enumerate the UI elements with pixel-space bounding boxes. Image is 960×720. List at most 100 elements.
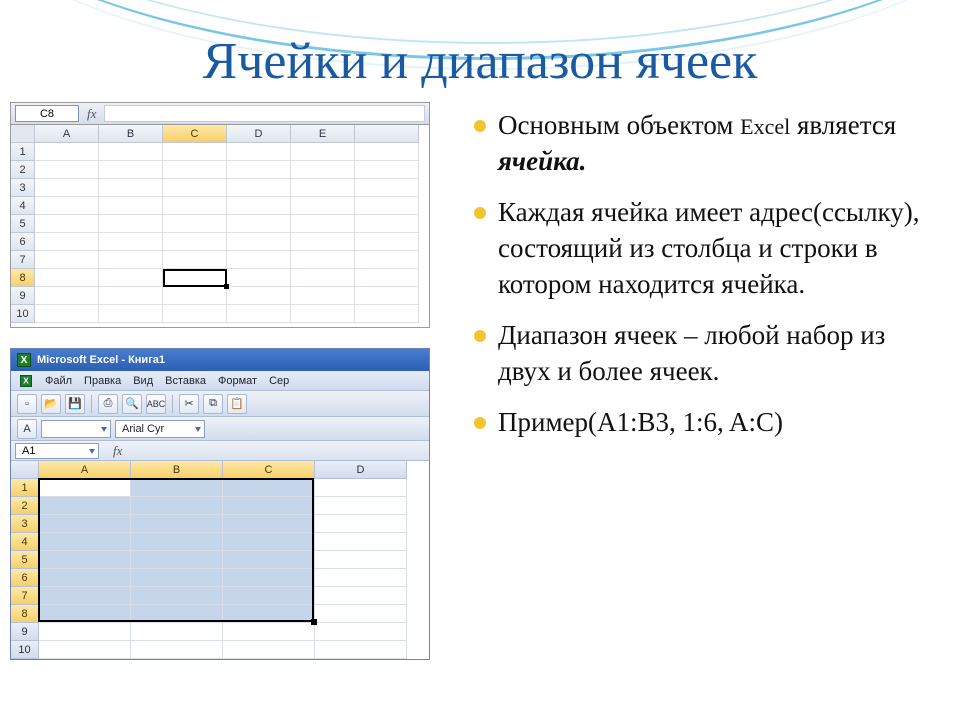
- cell[interactable]: [99, 287, 163, 305]
- column-header[interactable]: B: [99, 125, 163, 143]
- cell[interactable]: [315, 515, 407, 533]
- cell[interactable]: [131, 497, 223, 515]
- cell[interactable]: [355, 287, 419, 305]
- cell[interactable]: [99, 251, 163, 269]
- cell[interactable]: [163, 287, 227, 305]
- cell[interactable]: [355, 197, 419, 215]
- cell[interactable]: [355, 233, 419, 251]
- cell[interactable]: [39, 497, 131, 515]
- cell[interactable]: [315, 479, 407, 497]
- row-header[interactable]: 7: [11, 587, 39, 605]
- cell[interactable]: [223, 479, 315, 497]
- cell[interactable]: [163, 197, 227, 215]
- menu-view[interactable]: Вид: [133, 375, 153, 387]
- cell[interactable]: [35, 179, 99, 197]
- cell[interactable]: [315, 623, 407, 641]
- column-header[interactable]: [355, 125, 419, 143]
- cell[interactable]: [291, 143, 355, 161]
- cell[interactable]: [227, 197, 291, 215]
- copy-icon[interactable]: ⧉: [203, 394, 223, 414]
- cell[interactable]: [227, 179, 291, 197]
- row-header[interactable]: 1: [11, 143, 35, 161]
- column-header[interactable]: E: [291, 125, 355, 143]
- cell[interactable]: [35, 233, 99, 251]
- print-icon[interactable]: ⎙: [98, 394, 118, 414]
- name-box[interactable]: A1: [15, 443, 99, 459]
- row-header[interactable]: 3: [11, 179, 35, 197]
- cell[interactable]: [163, 251, 227, 269]
- menu-format[interactable]: Формат: [218, 375, 257, 387]
- cell[interactable]: [315, 497, 407, 515]
- select-all-corner[interactable]: [11, 125, 35, 143]
- cell[interactable]: [131, 623, 223, 641]
- cell[interactable]: [227, 287, 291, 305]
- cell[interactable]: [39, 569, 131, 587]
- row-header[interactable]: 7: [11, 251, 35, 269]
- cell[interactable]: [223, 551, 315, 569]
- cell[interactable]: [99, 269, 163, 287]
- spreadsheet-grid[interactable]: ABCD12345678910: [11, 461, 429, 659]
- column-header[interactable]: D: [227, 125, 291, 143]
- cell[interactable]: [291, 305, 355, 323]
- cell[interactable]: [163, 269, 227, 287]
- cell[interactable]: [227, 251, 291, 269]
- cell[interactable]: [39, 551, 131, 569]
- cell[interactable]: [35, 215, 99, 233]
- column-header[interactable]: A: [39, 461, 131, 479]
- cell[interactable]: [223, 623, 315, 641]
- cell[interactable]: [163, 215, 227, 233]
- cell[interactable]: [39, 641, 131, 659]
- cell[interactable]: [131, 605, 223, 623]
- cell[interactable]: [35, 161, 99, 179]
- column-header[interactable]: C: [223, 461, 315, 479]
- cell[interactable]: [163, 233, 227, 251]
- cell[interactable]: [315, 587, 407, 605]
- cell[interactable]: [227, 305, 291, 323]
- cell[interactable]: [99, 215, 163, 233]
- row-header[interactable]: 10: [11, 305, 35, 323]
- cut-icon[interactable]: ✂: [179, 394, 199, 414]
- cell[interactable]: [223, 587, 315, 605]
- row-header[interactable]: 9: [11, 287, 35, 305]
- row-header[interactable]: 6: [11, 233, 35, 251]
- cell[interactable]: [99, 197, 163, 215]
- menu-insert[interactable]: Вставка: [165, 375, 206, 387]
- cell[interactable]: [315, 641, 407, 659]
- cell[interactable]: [291, 179, 355, 197]
- font-dropdown[interactable]: Arial Cyr: [115, 420, 205, 438]
- cell[interactable]: [39, 479, 131, 497]
- row-header[interactable]: 1: [11, 479, 39, 497]
- cell[interactable]: [35, 269, 99, 287]
- row-header[interactable]: 8: [11, 269, 35, 287]
- cell[interactable]: [355, 305, 419, 323]
- preview-icon[interactable]: 🔍: [122, 394, 142, 414]
- formula-input[interactable]: [104, 105, 425, 122]
- column-header[interactable]: D: [315, 461, 407, 479]
- column-header[interactable]: A: [35, 125, 99, 143]
- menu-service[interactable]: Сер: [269, 375, 289, 387]
- menu-file[interactable]: Файл: [45, 375, 72, 387]
- cell[interactable]: [227, 161, 291, 179]
- row-header[interactable]: 4: [11, 533, 39, 551]
- cell[interactable]: [223, 641, 315, 659]
- cell[interactable]: [223, 515, 315, 533]
- row-header[interactable]: 4: [11, 197, 35, 215]
- cell[interactable]: [35, 251, 99, 269]
- cell[interactable]: [35, 197, 99, 215]
- cell[interactable]: [291, 215, 355, 233]
- cell[interactable]: [35, 287, 99, 305]
- spreadsheet-grid[interactable]: ABCDE12345678910: [11, 125, 429, 323]
- cell[interactable]: [291, 197, 355, 215]
- cell[interactable]: [355, 215, 419, 233]
- cell[interactable]: [131, 479, 223, 497]
- row-header[interactable]: 6: [11, 569, 39, 587]
- row-header[interactable]: 2: [11, 161, 35, 179]
- paste-icon[interactable]: 📋: [227, 394, 247, 414]
- style-icon[interactable]: A: [17, 419, 37, 439]
- cell[interactable]: [315, 533, 407, 551]
- cell[interactable]: [223, 569, 315, 587]
- cell[interactable]: [163, 305, 227, 323]
- cell[interactable]: [35, 143, 99, 161]
- cell[interactable]: [291, 233, 355, 251]
- row-header[interactable]: 5: [11, 551, 39, 569]
